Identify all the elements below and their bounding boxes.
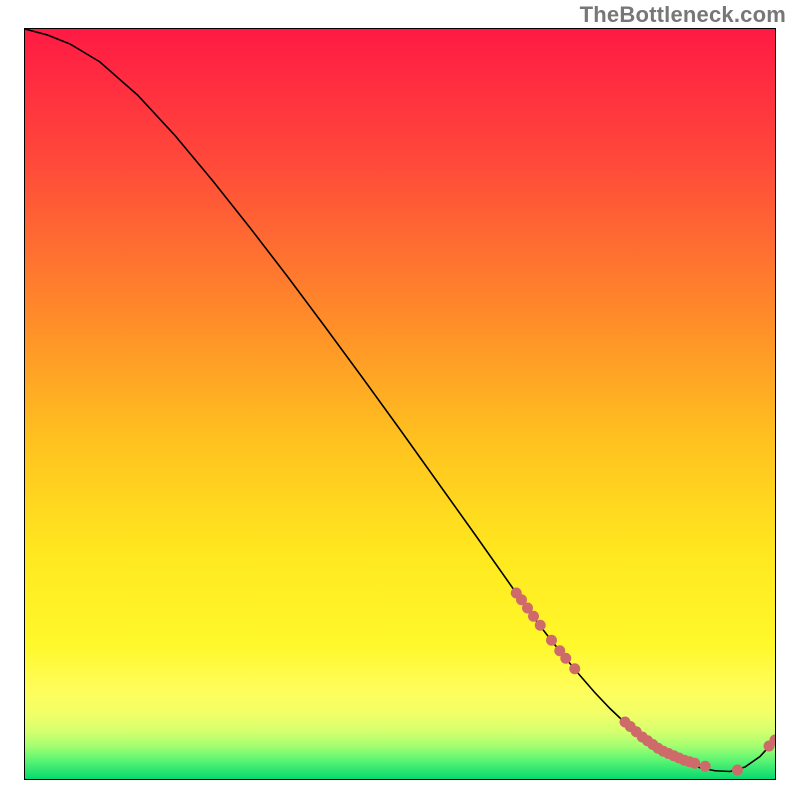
bottleneck-curve bbox=[25, 29, 775, 772]
curve-marker bbox=[733, 765, 743, 775]
watermark-text: TheBottleneck.com bbox=[580, 2, 786, 28]
curve-marker bbox=[690, 758, 700, 768]
curve-marker bbox=[547, 635, 557, 645]
curve-marker bbox=[535, 620, 545, 630]
curve-markers bbox=[511, 588, 775, 775]
curve-marker bbox=[561, 653, 571, 663]
curve-marker bbox=[700, 761, 710, 771]
curve-marker bbox=[529, 611, 539, 621]
chart-curve-layer bbox=[25, 29, 775, 779]
chart-plot-area bbox=[24, 28, 776, 780]
curve-marker bbox=[570, 664, 580, 674]
